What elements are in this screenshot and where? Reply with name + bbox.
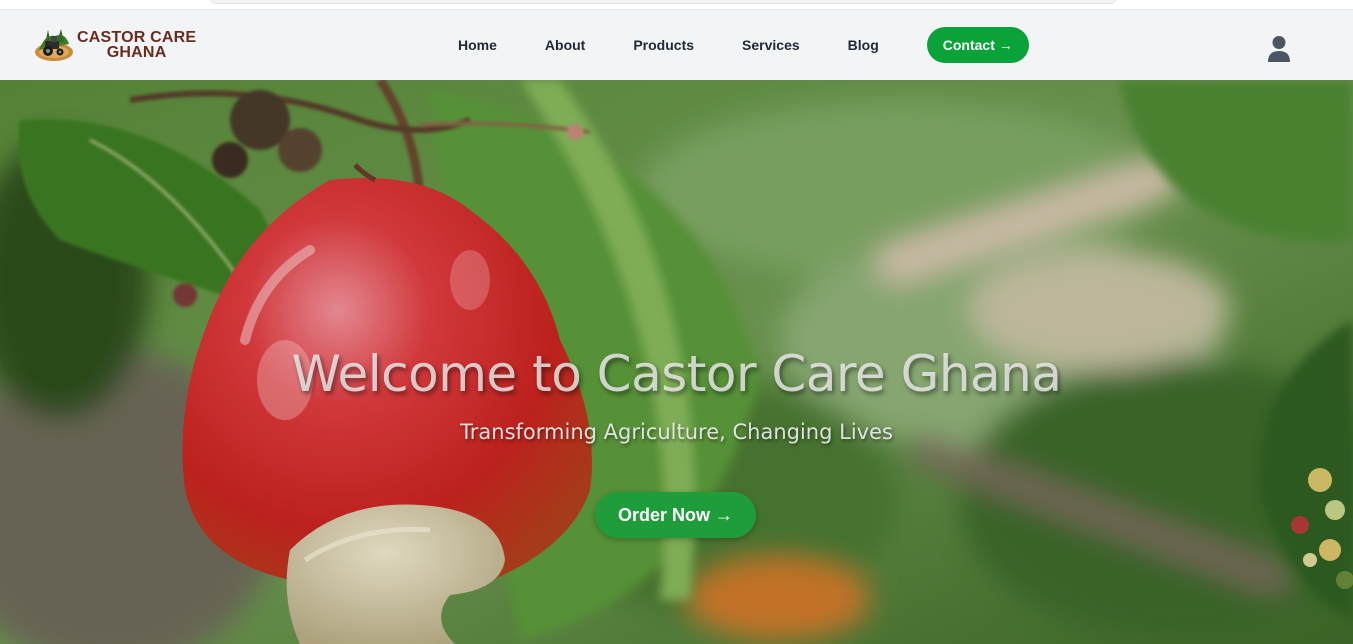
tractor-logo-icon xyxy=(33,26,75,64)
hero-section: Welcome to Castor Care Ghana Transformin… xyxy=(0,80,1353,644)
nav-services[interactable]: Services xyxy=(742,27,800,63)
browser-top-strip xyxy=(0,0,1353,10)
address-bar-remnant xyxy=(210,0,1116,4)
brand-line-2: GHANA xyxy=(106,44,167,61)
nav-blog[interactable]: Blog xyxy=(848,27,879,63)
order-now-button[interactable]: Order Now → xyxy=(595,492,756,538)
nav-about[interactable]: About xyxy=(545,27,585,63)
nav-products[interactable]: Products xyxy=(633,27,694,63)
brand-wordmark: CASTOR CARE GHANA xyxy=(77,29,197,61)
navbar: CASTOR CARE GHANA Home About Products Se… xyxy=(0,10,1353,80)
user-icon[interactable] xyxy=(1266,35,1292,63)
main-nav: Home About Products Services Blog Contac… xyxy=(458,27,1029,63)
brand-logo-link[interactable]: CASTOR CARE GHANA xyxy=(33,26,196,64)
brand-line-1: CASTOR CARE xyxy=(77,29,197,46)
contact-button[interactable]: Contact → xyxy=(926,27,1029,63)
hero-subtitle: Transforming Agriculture, Changing Lives xyxy=(460,420,893,444)
hero-title: Welcome to Castor Care Ghana xyxy=(291,345,1062,403)
nav-home[interactable]: Home xyxy=(458,27,497,63)
